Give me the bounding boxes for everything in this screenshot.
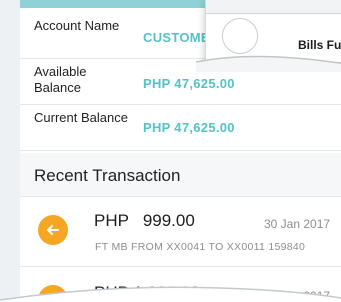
transaction-amount: PHP 999.00: [94, 211, 195, 230]
bills-payment-label: Bills Fu: [298, 38, 341, 52]
bottom-curve-decoration: [0, 286, 341, 302]
overlay-curve-decoration: [196, 55, 341, 72]
current-balance-value: PHP 47,625.00: [143, 120, 235, 135]
transaction-item[interactable]: PHP 999.00 30 Jan 2017 FT MB FROM XX0041…: [20, 196, 341, 262]
phone-frame-left: [0, 0, 20, 302]
transaction-description: FT MB FROM XX0041 TO XX0011 159840: [95, 241, 306, 253]
transaction-date: 30 Jan 2017: [264, 217, 331, 231]
available-balance-label: Available Balance: [34, 64, 87, 95]
recent-transaction-title: Recent Transaction: [34, 166, 181, 185]
account-name-label: Account Name: [34, 18, 120, 33]
available-balance-value: PHP 47,625.00: [143, 76, 235, 91]
arrow-left-icon: [38, 215, 68, 245]
current-balance-row: Current Balance PHP 47,625.00: [20, 106, 341, 151]
bills-icon: [222, 18, 258, 54]
app-screen: Account Name CUSTOME Available Balance P…: [0, 0, 341, 302]
overlay-card-header: [206, 0, 341, 14]
account-name-value: CUSTOME: [143, 30, 210, 45]
current-balance-label: Current Balance: [34, 110, 128, 125]
